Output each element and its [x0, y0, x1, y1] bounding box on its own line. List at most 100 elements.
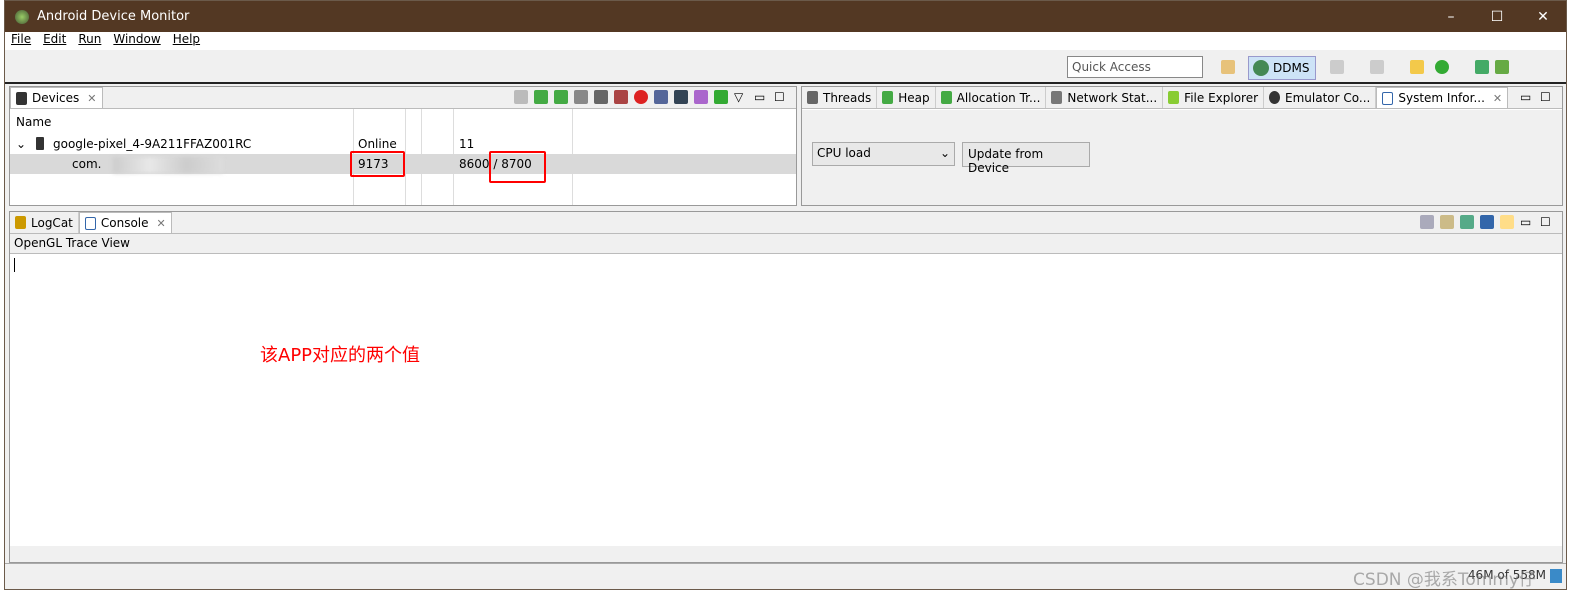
- tab-file-explorer[interactable]: File Explorer: [1163, 87, 1265, 108]
- tab-emulator-control[interactable]: Emulator Co...: [1264, 87, 1377, 108]
- maximize-icon[interactable]: ☐: [1540, 215, 1554, 229]
- menu-edit[interactable]: Edit: [43, 32, 66, 50]
- maximize-icon[interactable]: ☐: [1540, 90, 1554, 104]
- export-icon[interactable]: [1370, 60, 1384, 74]
- redacted-name: [113, 157, 223, 173]
- emulator-icon: [1269, 91, 1281, 104]
- tab-system-information[interactable]: System Infor... ✕: [1376, 87, 1509, 108]
- download-icon[interactable]: [1475, 60, 1489, 74]
- info-type-select[interactable]: CPU load ⌄: [812, 142, 955, 166]
- highlight-box: [489, 151, 546, 183]
- devices-pane: Devices ✕ ▽ ▭ ☐ Name ⌄ google-pixel_4-9A2…: [9, 86, 797, 206]
- tab-label: System Infor...: [1398, 91, 1485, 105]
- minimize-button[interactable]: –: [1428, 1, 1474, 32]
- annotation-text: 该APP对应的两个值: [260, 345, 421, 366]
- window-icon: [1382, 91, 1394, 105]
- process-name: com.: [72, 157, 102, 171]
- console-title: OpenGL Trace View: [10, 234, 1562, 254]
- tab-label: File Explorer: [1184, 90, 1259, 105]
- tab-label: Heap: [898, 90, 930, 105]
- gc-icon[interactable]: [574, 90, 588, 104]
- import-icon[interactable]: [1330, 60, 1344, 74]
- expand-chevron-icon[interactable]: ⌄: [16, 137, 26, 151]
- console-icon: [84, 216, 96, 230]
- device-name: google-pixel_4-9A211FFAZ001RC: [53, 137, 252, 151]
- logcat-icon: [15, 216, 26, 229]
- tab-logcat[interactable]: LogCat: [10, 212, 79, 233]
- stop-icon[interactable]: [634, 90, 648, 104]
- allocation-icon: [940, 91, 952, 104]
- update-threads-icon[interactable]: [594, 90, 608, 104]
- quick-access-input[interactable]: Quick Access: [1067, 56, 1203, 78]
- tab-console[interactable]: Console ✕: [78, 212, 172, 233]
- debug-icon[interactable]: [514, 90, 528, 104]
- systrace-icon[interactable]: [694, 90, 708, 104]
- watermark: CSDN @我系Tommy仔: [1353, 570, 1536, 590]
- close-icon[interactable]: ✕: [157, 217, 166, 230]
- menu-run[interactable]: Run: [78, 32, 101, 50]
- horizontal-scrollbar[interactable]: [10, 546, 1562, 562]
- back-arrow-icon[interactable]: [1410, 60, 1424, 74]
- minimize-icon[interactable]: ▭: [1520, 90, 1534, 104]
- tab-threads[interactable]: Threads: [802, 87, 878, 108]
- opengl-trace-icon[interactable]: [714, 90, 728, 104]
- column-name[interactable]: Name: [16, 115, 51, 129]
- threads-icon: [807, 91, 818, 104]
- update-heap-icon[interactable]: [534, 90, 548, 104]
- tab-devices[interactable]: Devices ✕: [10, 87, 103, 108]
- menu-file[interactable]: File: [11, 32, 31, 50]
- ddms-icon: [1253, 60, 1269, 76]
- select-value: CPU load: [817, 146, 871, 160]
- method-profiling-icon[interactable]: [614, 90, 628, 104]
- minimize-icon[interactable]: ▭: [1520, 215, 1534, 229]
- tab-allocation-tracker[interactable]: Allocation Tr...: [936, 87, 1047, 108]
- ddms-perspective-button[interactable]: DDMS: [1248, 56, 1316, 80]
- view-menu-icon[interactable]: ▽: [734, 90, 748, 104]
- clear-console-icon[interactable]: [1420, 215, 1434, 229]
- device-status: Online: [358, 137, 397, 151]
- menu-bar: File Edit Run Window Help: [5, 32, 1566, 50]
- main-toolbar: Quick Access DDMS: [5, 50, 1566, 84]
- menu-help[interactable]: Help: [173, 32, 200, 50]
- trash-icon[interactable]: [1550, 569, 1562, 583]
- maximize-icon[interactable]: ☐: [774, 90, 788, 104]
- phone-icon: [16, 91, 27, 105]
- pin-console-icon[interactable]: [1460, 215, 1474, 229]
- screen-capture-icon[interactable]: [654, 90, 668, 104]
- tab-label: Threads: [823, 90, 872, 105]
- tab-heap[interactable]: Heap: [877, 87, 936, 108]
- update-from-device-button[interactable]: Update from Device: [962, 142, 1090, 175]
- tab-label: Emulator Co...: [1285, 90, 1371, 105]
- tab-label: Network Stat...: [1067, 90, 1158, 105]
- chevron-down-icon: ⌄: [939, 146, 950, 160]
- run-icon[interactable]: [1435, 60, 1449, 74]
- dump-hprof-icon[interactable]: [554, 90, 568, 104]
- tab-label: Devices: [32, 91, 80, 105]
- minimize-icon[interactable]: ▭: [754, 90, 768, 104]
- ddms-label: DDMS: [1273, 61, 1310, 75]
- open-perspective-icon[interactable]: [1221, 60, 1235, 74]
- console-pane: LogCat Console ✕ ▭ ☐ OpenGL Trace View: [9, 211, 1563, 563]
- tab-label: LogCat: [31, 215, 73, 230]
- sdk-manager-icon[interactable]: [1495, 60, 1509, 74]
- highlight-box: [350, 151, 405, 177]
- menu-window[interactable]: Window: [113, 32, 160, 50]
- text-cursor: [14, 258, 15, 272]
- tab-network-stats[interactable]: Network Stat...: [1046, 87, 1164, 108]
- tab-label: Console: [100, 216, 149, 230]
- close-icon[interactable]: ✕: [1493, 92, 1502, 105]
- heap-icon: [882, 91, 894, 104]
- display-console-icon[interactable]: [1480, 215, 1494, 229]
- close-icon[interactable]: ✕: [87, 92, 96, 105]
- wifi-icon: [1051, 91, 1063, 104]
- system-info-pane: Threads Heap Allocation Tr... Network St…: [801, 86, 1563, 206]
- app-logo-icon: [15, 9, 29, 24]
- maximize-button[interactable]: ☐: [1474, 1, 1520, 32]
- scroll-lock-icon[interactable]: [1440, 215, 1454, 229]
- close-button[interactable]: ✕: [1520, 1, 1566, 32]
- android-icon: [1168, 91, 1180, 104]
- dump-view-icon[interactable]: [674, 90, 688, 104]
- status-bar: 46M of 558M CSDN @我系Tommy仔: [5, 563, 1566, 590]
- device-api: 11: [459, 137, 475, 151]
- open-console-icon[interactable]: [1500, 215, 1514, 229]
